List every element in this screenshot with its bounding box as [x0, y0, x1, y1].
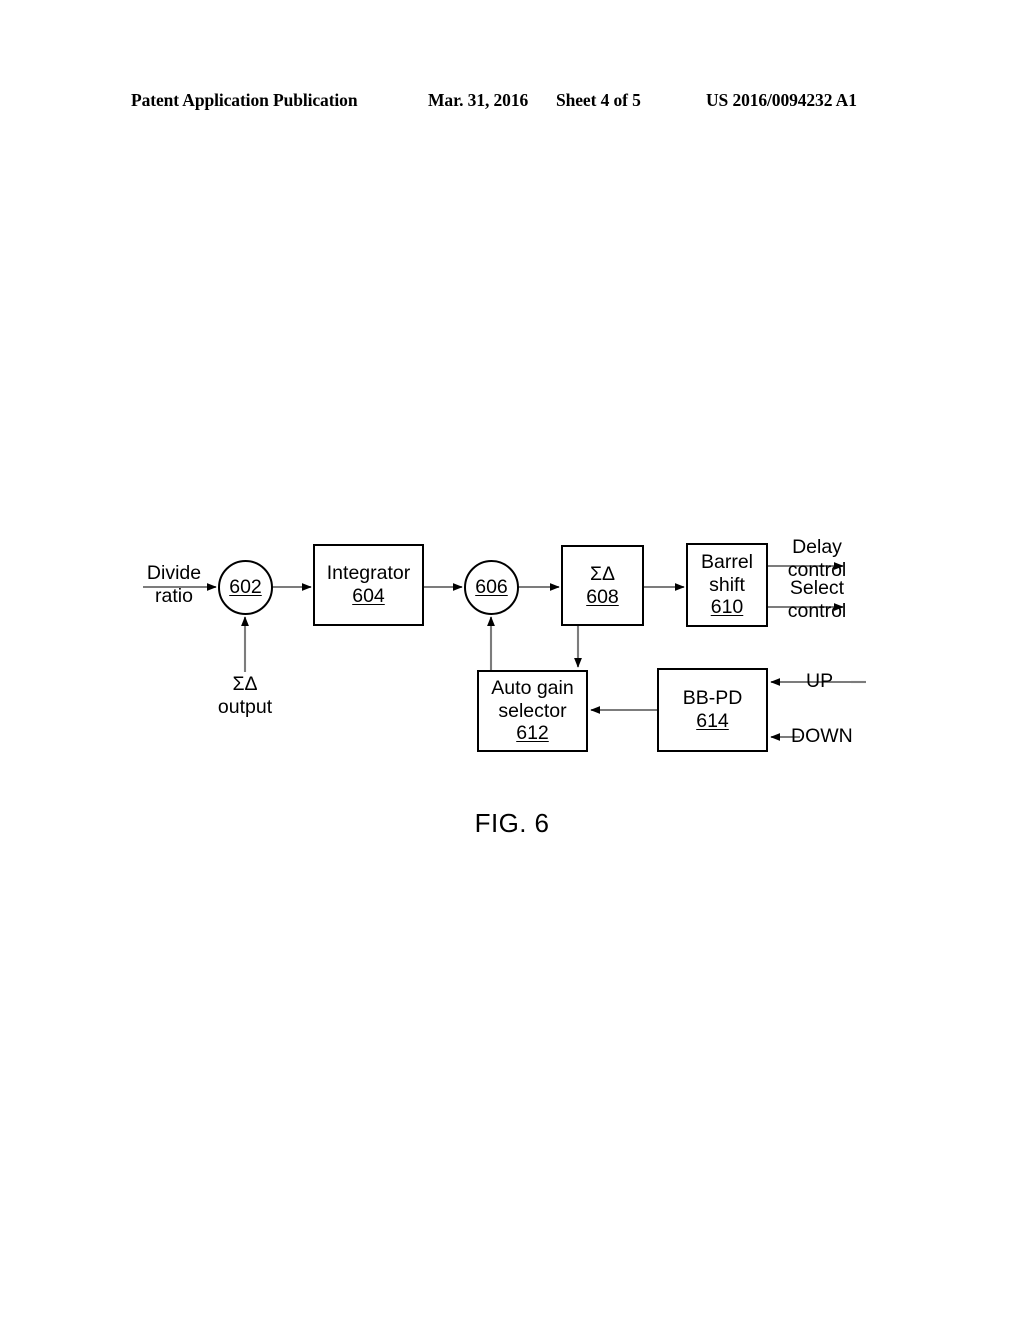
- block-608-reference: 608: [586, 585, 619, 608]
- block-integrator-604[interactable]: Integrator 604: [313, 544, 424, 626]
- label-sd-output-line1: ΣΔ: [232, 673, 258, 695]
- block-608-title: ΣΔ: [589, 562, 616, 585]
- connector-lines: [143, 562, 866, 741]
- block-612-reference: 612: [516, 722, 549, 745]
- label-down-input: DOWN: [791, 725, 853, 747]
- block-612-title-line2: selector: [498, 699, 567, 722]
- sum-node-606[interactable]: 606: [464, 560, 519, 615]
- block-610-reference: 610: [710, 596, 744, 619]
- node-602-reference: 602: [229, 576, 262, 598]
- node-606-reference: 606: [475, 576, 508, 598]
- label-divide-ratio-line2: ratio: [155, 584, 193, 607]
- sum-node-602[interactable]: 602: [218, 560, 273, 615]
- block-sigma-delta-608[interactable]: ΣΔ 608: [561, 545, 644, 626]
- block-610-title-line2: shift: [709, 573, 745, 596]
- block-612-title-line1: Auto gain: [491, 676, 574, 699]
- label-select-control: Select control: [777, 577, 857, 622]
- label-divide-ratio-line1: Divide: [146, 562, 202, 584]
- label-up-input: UP: [806, 670, 834, 692]
- label-delay-control-line1: Delay: [792, 536, 842, 558]
- block-604-title: Integrator: [326, 562, 411, 585]
- label-sd-output-line2: output: [217, 695, 273, 718]
- block-610-title-line1: Barrel: [700, 550, 754, 573]
- label-select-control-line1: Select: [789, 577, 845, 599]
- block-614-title: BB-PD: [682, 687, 743, 710]
- label-select-control-line2: control: [787, 599, 847, 622]
- figure-caption: FIG. 6: [474, 808, 550, 838]
- label-divide-ratio: Divide ratio: [139, 562, 209, 607]
- block-auto-gain-selector-612[interactable]: Auto gain selector 612: [477, 670, 588, 752]
- block-barrel-shift-610[interactable]: Barrel shift 610: [686, 543, 768, 627]
- block-614-reference: 614: [696, 710, 729, 732]
- block-604-reference: 604: [352, 585, 385, 607]
- figure-6-diagram: 602 Integrator 604 606 ΣΔ 608 Barrel shi…: [0, 0, 1024, 1320]
- block-bb-pd-614[interactable]: BB-PD 614: [657, 668, 768, 752]
- label-delay-control: Delay control: [777, 536, 857, 581]
- label-sigma-delta-output: ΣΔ output: [195, 673, 295, 718]
